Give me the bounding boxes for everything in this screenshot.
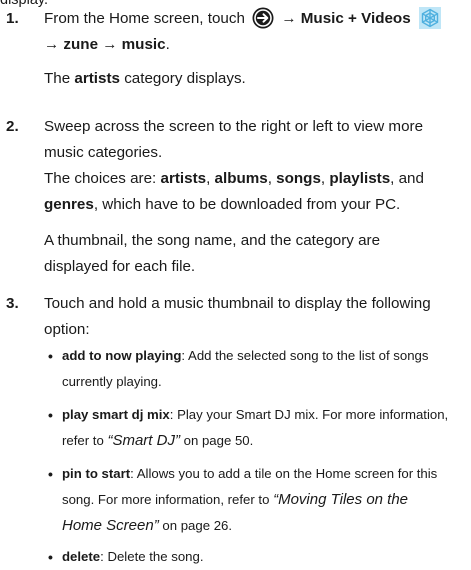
list-item: • add to now playing: Add the selected s…: [48, 343, 465, 395]
circle-arrow-right-icon: [252, 7, 274, 29]
music-label: music: [121, 36, 166, 53]
step-number: 1.: [6, 10, 19, 27]
bullet-icon: •: [48, 549, 53, 565]
step-result: The artists category displays.: [44, 70, 246, 87]
list-item: • delete: Delete the song.: [48, 544, 465, 570]
step-body: Sweep across the screen to the right or …: [44, 114, 465, 280]
step-line: option:: [44, 321, 90, 338]
music-videos-label: Music + Videos: [300, 10, 411, 27]
list-item: • pin to start: Allows you to add a tile…: [48, 461, 465, 539]
choices-line: The choices are: artists, albums, songs,…: [44, 170, 424, 187]
step-line: From the Home screen, touch → Music + Vi…: [44, 6, 465, 32]
bullet-icon: •: [48, 348, 53, 364]
step-line: music categories.: [44, 144, 163, 161]
bullet-icon: •: [48, 407, 53, 423]
step-line: Sweep across the screen to the right or …: [44, 118, 424, 135]
zune-label: zune: [63, 36, 99, 53]
step-number: 2.: [6, 118, 19, 135]
cross-reference-link[interactable]: “Smart DJ”: [107, 432, 180, 449]
step-line: Touch and hold a music thumbnail to disp…: [44, 295, 431, 312]
step-line: displayed for each file.: [44, 258, 196, 275]
step-line: → zune → music.: [44, 36, 170, 53]
step-number: 3.: [6, 295, 19, 312]
step-line: A thumbnail, the song name, and the cate…: [44, 232, 381, 249]
bullet-icon: •: [48, 466, 53, 482]
step-body: From the Home screen, touch → Music + Vi…: [44, 6, 465, 92]
list-item: • play smart dj mix: Play your Smart DJ …: [48, 402, 465, 454]
zune-music-videos-icon: [418, 7, 441, 29]
choices-line: genres, which have to be downloaded from…: [44, 196, 401, 213]
cross-reference-link[interactable]: Home Screen”: [62, 517, 159, 534]
cross-reference-link[interactable]: “Moving Tiles on the: [273, 491, 408, 508]
manual-page: display. 1. From the Home screen, touch …: [0, 0, 471, 570]
step-body: Touch and hold a music thumbnail to disp…: [44, 291, 465, 343]
